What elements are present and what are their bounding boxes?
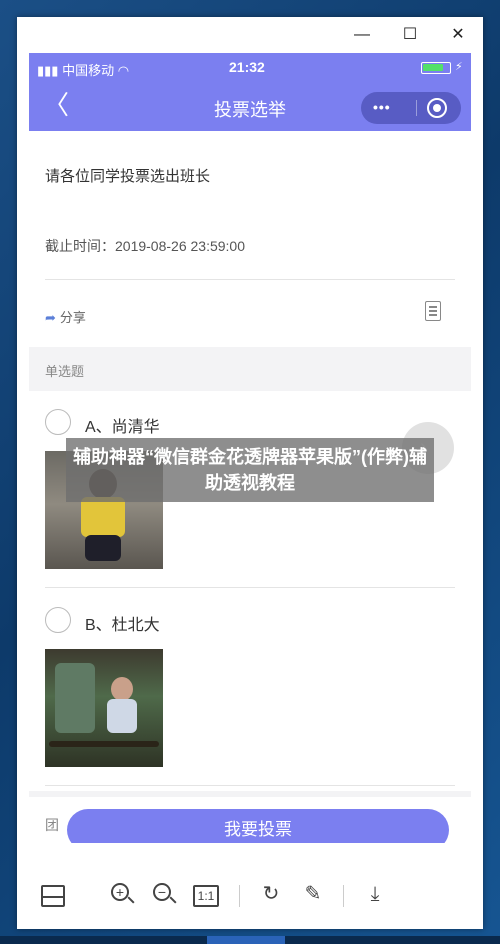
share-label: 分享 <box>59 310 86 325</box>
status-bar: ▮▮▮ 中国移动 ◠ 21:32 ⚡ <box>29 53 471 83</box>
close-target-icon[interactable] <box>427 98 447 118</box>
edit-icon[interactable]: ✎ <box>299 881 327 909</box>
photo-subject-shirt <box>107 699 137 733</box>
status-bar-left: ▮▮▮ 中国移动 ◠ <box>37 60 129 79</box>
option-divider <box>45 587 455 588</box>
nav-bar: 〈 投票选举 ••• <box>29 83 471 131</box>
option-b-label[interactable]: B、杜北大 <box>85 611 160 635</box>
zoom-in-handle <box>127 896 135 904</box>
charging-icon: ⚡ <box>455 61 463 73</box>
share-button[interactable]: ➦ 分享 <box>45 307 86 326</box>
vote-info-card: 请各位同学投票选出班长 截止时间：2019-08-26 23:59:00 ➦ 分享 <box>29 131 471 347</box>
toolbar-separator <box>343 885 344 907</box>
share-arrow-icon: ➦ <box>45 310 56 325</box>
copy-icon[interactable] <box>425 301 441 321</box>
section-label: 单选题 <box>45 364 85 379</box>
actual-size-icon[interactable]: 1:1 <box>193 885 219 907</box>
bottom-stub-text: 团 <box>45 817 59 833</box>
photo-statue <box>55 663 95 733</box>
rotate-icon[interactable]: ↻ <box>257 881 285 909</box>
option-a-label[interactable]: A、尚清华 <box>85 413 160 437</box>
battery-level-fill <box>423 64 443 71</box>
taskbar-active-item[interactable] <box>207 936 285 944</box>
window-titlebar: — ☐ ✕ <box>17 17 483 53</box>
signal-icon: ▮▮▮ <box>37 63 59 78</box>
zoom-out-glyph: − <box>153 883 171 901</box>
minimize-button[interactable]: — <box>347 23 377 47</box>
wifi-icon: ◠ <box>117 63 130 78</box>
layout-icon[interactable] <box>41 885 65 907</box>
option-b-radio[interactable] <box>45 607 71 633</box>
viewer-toolbar: + − 1:1 ↻ ✎ ⤓ <box>17 855 483 929</box>
option-b-photo[interactable] <box>45 649 163 767</box>
zoom-in-glyph: + <box>111 883 129 901</box>
overlay-banner: 辅助神器“微信群金花透牌器苹果版”(作弊)辅助透视教程 <box>66 438 434 502</box>
photo-subject-shirt <box>81 497 125 537</box>
vote-deadline: 截止时间：2019-08-26 23:59:00 <box>45 238 245 254</box>
photo-subject <box>111 677 133 701</box>
option-divider <box>45 785 455 786</box>
divider <box>45 279 455 280</box>
zoom-out-icon[interactable]: − <box>151 881 179 909</box>
zoom-out-handle <box>169 896 177 904</box>
battery-icon <box>421 62 451 74</box>
miniprogram-capsule: ••• <box>361 92 461 124</box>
vote-button[interactable]: 我要投票 <box>67 809 449 843</box>
carrier-label: 中国移动 <box>62 63 115 78</box>
photo-railing <box>49 741 159 747</box>
maximize-button[interactable]: ☐ <box>395 23 425 47</box>
toolbar-separator <box>239 885 240 907</box>
more-dots-icon[interactable]: ••• <box>373 99 391 115</box>
zoom-in-icon[interactable]: + <box>109 881 137 909</box>
vote-title: 请各位同学投票选出班长 <box>45 168 211 185</box>
download-icon[interactable]: ⤓ <box>361 881 389 909</box>
capsule-divider <box>416 100 417 116</box>
option-a-radio[interactable] <box>45 409 71 435</box>
status-time: 21:32 <box>229 59 265 75</box>
photo-subject-shorts <box>85 535 121 561</box>
close-button[interactable]: ✕ <box>443 23 473 47</box>
